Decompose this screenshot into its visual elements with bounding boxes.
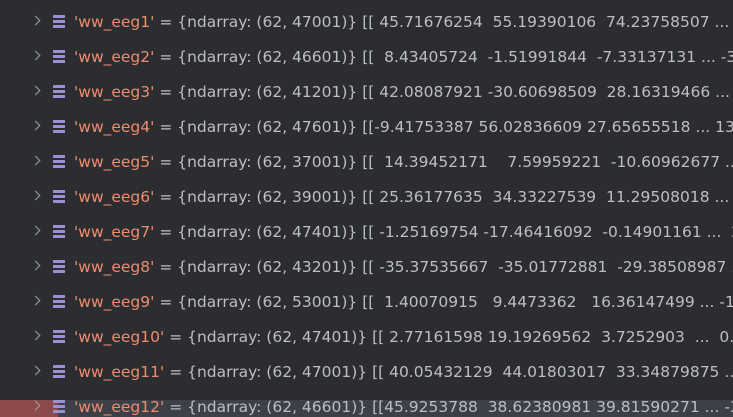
chevron-right-icon[interactable]: [30, 190, 41, 200]
variable-value: = {ndarray: (62, 47601)} [[-9.41753387 5…: [154, 117, 733, 136]
variable-name: 'ww_eeg2': [74, 47, 155, 66]
variable-row[interactable]: 'ww_eeg3' = {ndarray: (62, 41201)} [[ 42…: [0, 74, 733, 109]
variable-row[interactable]: 'ww_eeg6' = {ndarray: (62, 39001)} [[ 25…: [0, 179, 733, 214]
variable-text: 'ww_eeg2' = {ndarray: (62, 46601)} [[ 8.…: [74, 47, 733, 67]
variable-row[interactable]: 'ww_eeg1' = {ndarray: (62, 47001)} [[ 45…: [0, 4, 733, 39]
variable-text: 'ww_eeg8' = {ndarray: (62, 43201)} [[ -3…: [74, 257, 733, 277]
variable-row[interactable]: 'ww_eeg4' = {ndarray: (62, 47601)} [[-9.…: [0, 109, 733, 144]
variable-value: = {ndarray: (62, 46601)} [[45.9253788 38…: [164, 397, 733, 416]
variable-name: 'ww_eeg12': [74, 397, 165, 416]
chevron-right-icon[interactable]: [30, 50, 41, 60]
variable-text: 'ww_eeg4' = {ndarray: (62, 47601)} [[-9.…: [74, 117, 733, 137]
chevron-right-icon[interactable]: [30, 295, 41, 305]
array-variable-icon: [53, 189, 65, 203]
variable-name: 'ww_eeg3': [74, 82, 155, 101]
array-variable-icon: [53, 49, 65, 63]
array-variable-icon: [53, 14, 65, 28]
variable-text: 'ww_eeg12' = {ndarray: (62, 46601)} [[45…: [74, 397, 733, 417]
array-variable-icon: [53, 119, 65, 133]
variable-text: 'ww_eeg10' = {ndarray: (62, 47401)} [[ 2…: [74, 327, 733, 347]
variable-row[interactable]: 'ww_eeg7' = {ndarray: (62, 47401)} [[ -1…: [0, 214, 733, 249]
variable-name: 'ww_eeg9': [74, 292, 155, 311]
array-variable-icon: [53, 329, 65, 343]
variable-name: 'ww_eeg1': [74, 12, 155, 31]
array-variable-icon: [53, 154, 65, 168]
variable-row[interactable]: 'ww_eeg10' = {ndarray: (62, 47401)} [[ 2…: [0, 319, 733, 354]
variable-text: 'ww_eeg6' = {ndarray: (62, 39001)} [[ 25…: [74, 187, 733, 207]
variable-row[interactable]: 'ww_eeg9' = {ndarray: (62, 53001)} [[ 1.…: [0, 284, 733, 319]
variable-name: 'ww_eeg5': [74, 152, 155, 171]
array-variable-icon: [53, 84, 65, 98]
variable-text: 'ww_eeg9' = {ndarray: (62, 53001)} [[ 1.…: [74, 292, 733, 312]
variable-value: = {ndarray: (62, 53001)} [[ 1.40070915 9…: [154, 292, 733, 311]
variable-value: = {ndarray: (62, 47401)} [[ -1.25169754 …: [154, 222, 733, 241]
variable-text: 'ww_eeg11' = {ndarray: (62, 47001)} [[ 4…: [74, 362, 733, 382]
variable-name: 'ww_eeg7': [74, 222, 155, 241]
variable-row[interactable]: 'ww_eeg2' = {ndarray: (62, 46601)} [[ 8.…: [0, 39, 733, 74]
variable-value: = {ndarray: (62, 41201)} [[ 42.08087921 …: [154, 82, 733, 101]
variable-name: 'ww_eeg6': [74, 187, 155, 206]
variable-text: 'ww_eeg7' = {ndarray: (62, 47401)} [[ -1…: [74, 222, 733, 242]
array-variable-icon: [53, 294, 65, 308]
chevron-right-icon[interactable]: [30, 260, 41, 270]
variable-row[interactable]: 'ww_eeg8' = {ndarray: (62, 43201)} [[ -3…: [0, 249, 733, 284]
variable-name: 'ww_eeg11': [74, 362, 165, 381]
variable-row[interactable]: 'ww_eeg11' = {ndarray: (62, 47001)} [[ 4…: [0, 354, 733, 389]
chevron-right-icon[interactable]: [30, 15, 41, 25]
variable-value: = {ndarray: (62, 47001)} [[ 40.05432129 …: [164, 362, 733, 381]
chevron-right-icon[interactable]: [30, 155, 41, 165]
chevron-right-icon[interactable]: [30, 365, 41, 375]
chevron-right-icon[interactable]: [30, 330, 41, 340]
chevron-right-icon[interactable]: [30, 225, 41, 235]
variable-value: = {ndarray: (62, 43201)} [[ -35.37535667…: [154, 257, 733, 276]
chevron-right-icon[interactable]: [30, 400, 41, 410]
chevron-right-icon[interactable]: [30, 120, 41, 130]
variable-name: 'ww_eeg8': [74, 257, 155, 276]
variable-value: = {ndarray: (62, 39001)} [[ 25.36177635 …: [154, 187, 733, 206]
array-variable-icon: [53, 364, 65, 378]
variable-value: = {ndarray: (62, 46601)} [[ 8.43405724 -…: [154, 47, 733, 66]
variable-text: 'ww_eeg1' = {ndarray: (62, 47001)} [[ 45…: [74, 12, 733, 32]
chevron-right-icon[interactable]: [30, 85, 41, 95]
array-variable-icon: [53, 399, 65, 413]
variable-value: = {ndarray: (62, 47401)} [[ 2.77161598 1…: [164, 327, 733, 346]
debugger-variables-panel: 'ww_eeg1' = {ndarray: (62, 47001)} [[ 45…: [0, 0, 733, 417]
variable-text: 'ww_eeg5' = {ndarray: (62, 37001)} [[ 14…: [74, 152, 733, 172]
variable-text: 'ww_eeg3' = {ndarray: (62, 41201)} [[ 42…: [74, 82, 733, 102]
variable-name: 'ww_eeg4': [74, 117, 155, 136]
variable-row[interactable]: 'ww_eeg5' = {ndarray: (62, 37001)} [[ 14…: [0, 144, 733, 179]
variable-row[interactable]: 'ww_eeg12' = {ndarray: (62, 46601)} [[45…: [0, 389, 733, 417]
variable-value: = {ndarray: (62, 37001)} [[ 14.39452171 …: [154, 152, 733, 171]
variable-name: 'ww_eeg10': [74, 327, 165, 346]
array-variable-icon: [53, 259, 65, 273]
variable-value: = {ndarray: (62, 47001)} [[ 45.71676254 …: [154, 12, 733, 31]
array-variable-icon: [53, 224, 65, 238]
